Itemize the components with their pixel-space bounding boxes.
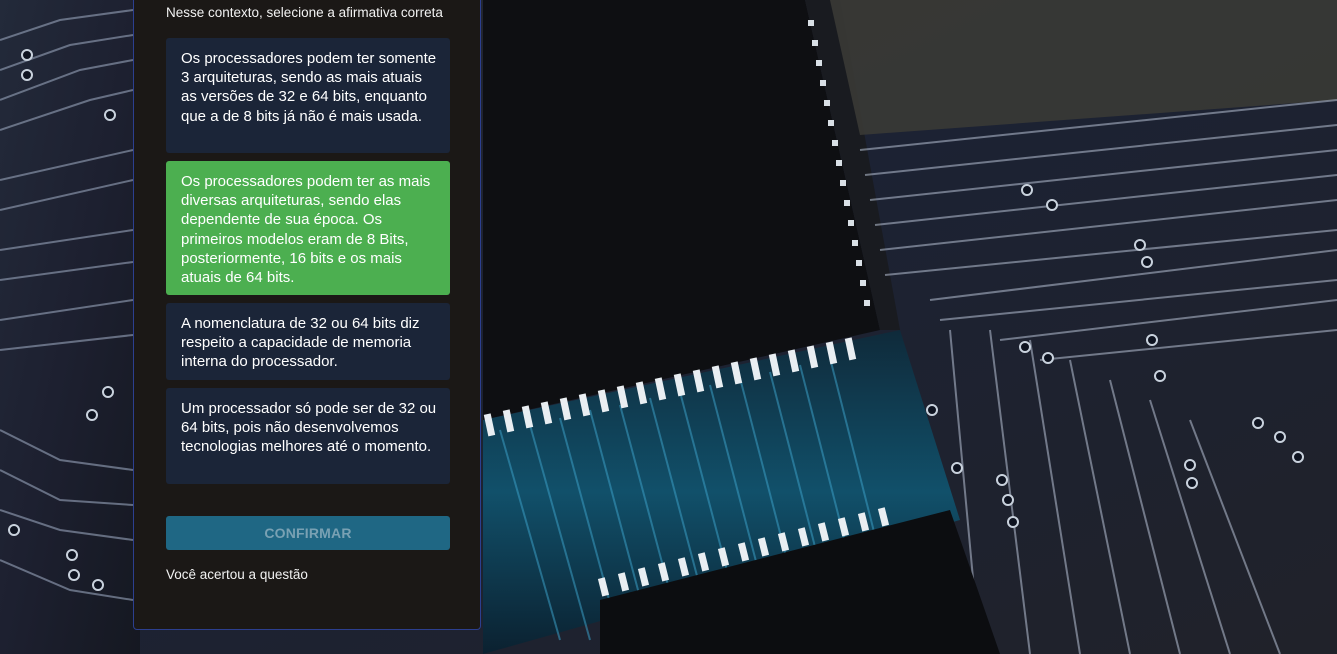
confirm-button[interactable]: CONFIRMAR bbox=[166, 516, 450, 550]
answer-option-1[interactable]: Os processadores podem ter somente 3 arq… bbox=[166, 38, 450, 153]
answer-option-4[interactable]: Um processador só pode ser de 32 ou 64 b… bbox=[166, 388, 450, 484]
answer-option-2-selected[interactable]: Os processadores podem ter as mais diver… bbox=[166, 161, 450, 295]
answer-option-3[interactable]: A nomenclatura de 32 ou 64 bits diz resp… bbox=[166, 303, 450, 380]
question-panel: Nesse contexto, selecione a afirmativa c… bbox=[133, 0, 481, 630]
result-message: Você acertou a questão bbox=[166, 567, 308, 582]
question-prompt: Nesse contexto, selecione a afirmativa c… bbox=[166, 5, 443, 20]
